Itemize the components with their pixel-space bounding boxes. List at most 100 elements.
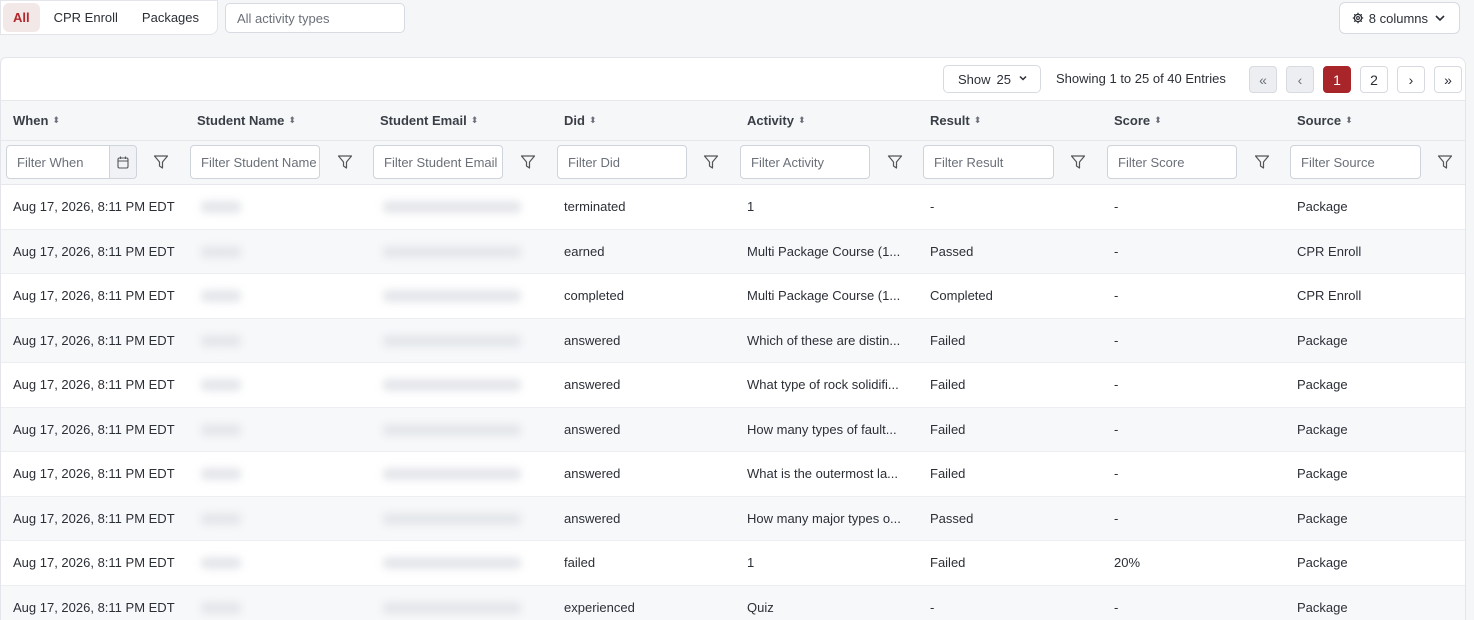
- filter-icon[interactable]: [703, 154, 719, 170]
- column-header-when[interactable]: When ⬍: [13, 113, 60, 128]
- activity-table-panel: Show 25 Showing 1 to 25 of 40 Entries « …: [0, 57, 1466, 620]
- redacted-student-email: [383, 379, 521, 391]
- table-row[interactable]: Aug 17, 2026, 8:11 PM EDT experienced Quiz…: [1, 585, 1465, 620]
- redacted-student-email: [383, 468, 521, 480]
- cell-did: answered: [564, 466, 621, 481]
- sort-icon: ⬍: [797, 115, 806, 125]
- table-row[interactable]: Aug 17, 2026, 8:11 PM EDT answered What is…: [1, 452, 1465, 497]
- filter-activity-input[interactable]: Filter Activity: [740, 145, 870, 179]
- calendar-icon[interactable]: [110, 145, 137, 179]
- cell-activity: What is the outermost la...: [747, 466, 899, 481]
- first-page-button[interactable]: «: [1249, 66, 1277, 93]
- filter-icon[interactable]: [1437, 154, 1453, 170]
- cell-source: Package: [1297, 466, 1348, 481]
- cell-result: -: [930, 199, 935, 214]
- cell-did: answered: [564, 421, 621, 437]
- chevron-right-icon: ›: [1408, 71, 1414, 88]
- activity-type-select[interactable]: All activity types: [225, 3, 405, 33]
- redacted-student-email: [383, 245, 521, 258]
- prev-page-button[interactable]: ‹: [1286, 66, 1314, 93]
- table-header: When ⬍ Student Name ⬍ Student Email ⬍ Did ⬍ …: [1, 101, 1465, 141]
- cell-activity: 1: [747, 199, 755, 214]
- column-header-source[interactable]: Source ⬍: [1297, 113, 1353, 128]
- column-header-activity[interactable]: Activity ⬍: [747, 113, 806, 128]
- last-page-button[interactable]: »: [1434, 66, 1462, 93]
- cell-result: Failed: [930, 466, 966, 481]
- table-row[interactable]: Aug 17, 2026, 8:11 PM EDT answered What ty…: [1, 363, 1465, 408]
- column-header-score[interactable]: Score ⬍: [1114, 113, 1162, 128]
- redacted-student-email: [383, 423, 521, 436]
- column-header-did[interactable]: Did ⬍: [564, 113, 597, 128]
- cell-result: Failed: [930, 421, 966, 437]
- next-page-button[interactable]: ›: [1397, 66, 1425, 93]
- column-header-result[interactable]: Result ⬍: [930, 113, 981, 128]
- columns-button[interactable]: 8 columns: [1338, 2, 1460, 34]
- cell-source: CPR Enroll: [1297, 243, 1362, 259]
- filter-source-input[interactable]: Filter Source: [1290, 145, 1421, 179]
- chevron-left-icon: ‹: [1297, 71, 1303, 88]
- filter-student-email-input[interactable]: Filter Student Email: [373, 145, 503, 179]
- cell-when: Aug 17, 2026, 8:11 PM EDT: [13, 599, 175, 615]
- cell-result: Passed: [930, 243, 974, 259]
- sort-icon: ⬍: [1345, 115, 1353, 125]
- filter-score-input[interactable]: Filter Score: [1107, 145, 1237, 179]
- cell-did: completed: [564, 288, 624, 303]
- table-row[interactable]: Aug 17, 2026, 8:11 PM EDT completed Multi …: [1, 274, 1465, 319]
- cell-did: experienced: [564, 599, 635, 615]
- tab-cpr-enroll[interactable]: CPR Enroll: [44, 3, 128, 32]
- cell-score: -: [1114, 199, 1119, 214]
- filter-did-input[interactable]: Filter Did: [557, 145, 687, 179]
- filter-icon[interactable]: [520, 154, 536, 170]
- filter-row: Filter When Filter Student Name Filter S…: [1, 141, 1465, 185]
- page-button-2[interactable]: 2: [1360, 66, 1388, 93]
- redacted-student-name: [201, 423, 241, 436]
- redacted-student-name: [201, 379, 241, 391]
- table-row[interactable]: Aug 17, 2026, 8:11 PM EDT earned Multi Pac…: [1, 229, 1465, 274]
- cell-when: Aug 17, 2026, 8:11 PM EDT: [13, 510, 175, 526]
- redacted-student-email: [383, 290, 521, 302]
- page-size-value: 25: [996, 71, 1011, 87]
- cell-score: -: [1114, 421, 1119, 437]
- cell-source: Package: [1297, 332, 1348, 348]
- show-label: Show: [958, 71, 991, 87]
- chevron-down-icon: [1017, 72, 1029, 87]
- table-row[interactable]: Aug 17, 2026, 8:11 PM EDT failed 1 Failed 20…: [1, 541, 1465, 586]
- double-chevron-right-icon: »: [1444, 71, 1452, 88]
- cell-score: -: [1114, 332, 1119, 348]
- cell-source: Package: [1297, 199, 1348, 214]
- tab-packages[interactable]: Packages: [132, 3, 209, 32]
- filter-icon[interactable]: [337, 154, 353, 170]
- cell-score: -: [1114, 377, 1119, 392]
- cell-score: -: [1114, 243, 1119, 259]
- filter-icon[interactable]: [1070, 154, 1086, 170]
- filter-icon[interactable]: [1254, 154, 1270, 170]
- column-header-student-email[interactable]: Student Email ⬍: [380, 113, 478, 128]
- cell-when: Aug 17, 2026, 8:11 PM EDT: [13, 555, 175, 570]
- cell-score: -: [1114, 510, 1119, 526]
- table-row[interactable]: Aug 17, 2026, 8:11 PM EDT terminated 1 - - Pa…: [1, 185, 1465, 230]
- tab-all[interactable]: All: [3, 3, 40, 32]
- cell-did: answered: [564, 332, 621, 348]
- redacted-student-name: [201, 290, 241, 302]
- page-size-select[interactable]: Show 25: [943, 65, 1041, 93]
- page-button-1[interactable]: 1: [1323, 66, 1351, 93]
- sort-icon: ⬍: [470, 115, 479, 125]
- table-row[interactable]: Aug 17, 2026, 8:11 PM EDT answered How man…: [1, 407, 1465, 452]
- filter-when-input[interactable]: Filter When: [6, 145, 110, 179]
- sort-icon: ⬍: [288, 115, 296, 125]
- filter-icon[interactable]: [887, 154, 903, 170]
- table-row[interactable]: Aug 17, 2026, 8:11 PM EDT answered Which o…: [1, 318, 1465, 363]
- column-header-student-name[interactable]: Student Name ⬍: [197, 113, 296, 128]
- cell-activity: Multi Package Course (1...: [747, 288, 901, 303]
- redacted-student-email: [383, 201, 521, 213]
- cell-score: 20%: [1114, 555, 1141, 570]
- cell-source: Package: [1297, 510, 1348, 526]
- table-row[interactable]: Aug 17, 2026, 8:11 PM EDT answered How man…: [1, 496, 1465, 541]
- sort-icon: ⬍: [588, 115, 597, 125]
- redacted-student-name: [201, 557, 241, 569]
- filter-student-name-input[interactable]: Filter Student Name: [190, 145, 320, 179]
- redacted-student-email: [383, 557, 521, 569]
- cell-when: Aug 17, 2026, 8:11 PM EDT: [13, 243, 175, 259]
- filter-icon[interactable]: [153, 154, 169, 170]
- filter-result-input[interactable]: Filter Result: [923, 145, 1054, 179]
